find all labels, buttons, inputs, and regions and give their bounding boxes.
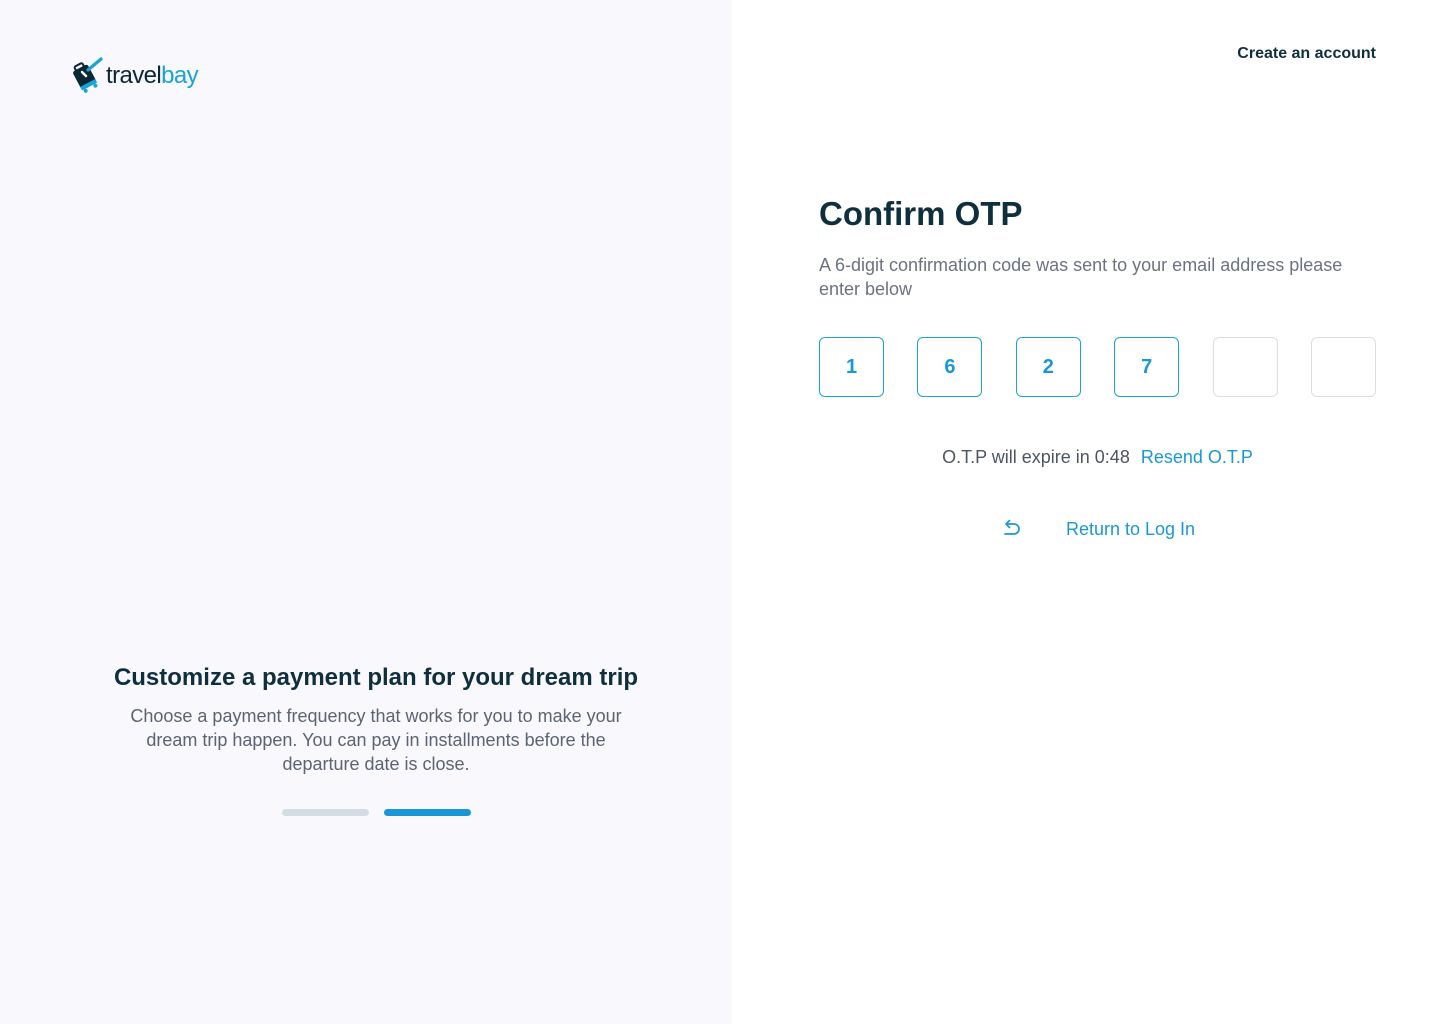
travelbay-logo[interactable]: travelbay [64,56,199,96]
otp-digit-3[interactable] [1015,337,1081,397]
page-title: Confirm OTP [819,195,1023,232]
carousel-dot-1[interactable] [282,809,369,816]
logo-wordmark-travel: travel [106,62,162,89]
carousel-indicator [282,809,471,816]
promo-description: Choose a payment frequency that works fo… [130,706,622,774]
otp-form: Confirm OTP A 6-digit confirmation code … [819,192,1376,541]
logo-wordmark: travelbay [106,56,199,96]
otp-digit-5[interactable] [1212,337,1278,397]
resend-otp-link[interactable]: Resend O.T.P [1141,447,1253,467]
otp-digit-6[interactable] [1310,337,1376,397]
undo-arrow-icon [1004,519,1020,535]
onboarding-panel: travelbay Customize a payment plan for y… [0,0,732,1024]
otp-instructions: A 6-digit confirmation code was sent to … [819,255,1343,299]
promo-section: Customize a payment plan for your dream … [0,660,752,776]
carousel-dot-2-active[interactable] [384,809,471,816]
otp-input-group [819,337,1376,397]
return-to-login-button[interactable]: Return to Log In [819,517,1376,541]
otp-digit-4[interactable] [1114,337,1180,397]
otp-expiry-timer: O.T.P will expire in 0:48 [942,447,1130,467]
promo-title: Customize a payment plan for your dream … [113,664,639,691]
create-account-link[interactable]: Create an account [1237,45,1376,63]
suitcase-check-icon [73,57,103,93]
logo-wordmark-bay: bay [161,62,199,89]
otp-timer-row: O.T.P will expire in 0:48 Resend O.T.P [819,445,1376,469]
otp-digit-1[interactable] [819,337,884,397]
return-to-login-label: Return to Log In [1065,519,1196,539]
otp-digit-2[interactable] [917,337,983,397]
